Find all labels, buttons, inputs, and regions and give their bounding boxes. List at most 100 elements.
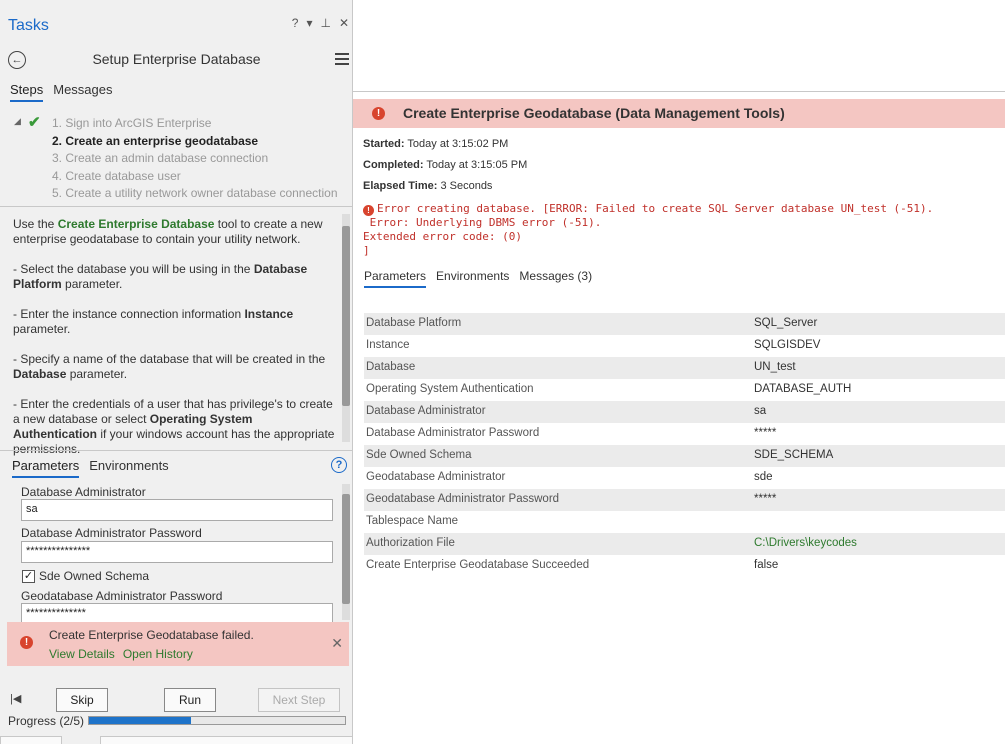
table-row[interactable]: Sde Owned Schema SDE_SCHEMA	[364, 445, 1005, 467]
param-name: Operating System Authentication	[366, 383, 534, 395]
open-history-link[interactable]: Open History	[123, 647, 193, 661]
param-tabs: Parameters Environments	[12, 458, 169, 478]
view-details-link[interactable]: View Details	[49, 647, 115, 661]
run-button[interactable]: Run	[164, 688, 216, 712]
sde-schema-checkbox[interactable]: ✓	[22, 570, 35, 583]
param-name: Database Platform	[366, 317, 462, 329]
task-nav: Setup Enterprise Database ←	[0, 44, 352, 74]
close-icon[interactable]: ✕	[331, 635, 343, 652]
description-scrollbar[interactable]	[342, 214, 350, 442]
error-icon: !	[372, 107, 385, 120]
step-label: 2. Create an enterprise geodatabase	[52, 133, 259, 148]
param-name: Tablespace Name	[366, 515, 459, 527]
description-paragraph: - Specify a name of the database that wi…	[13, 352, 326, 381]
error-icon: !	[363, 205, 374, 216]
param-value[interactable]: C:\Drivers\keycodes	[754, 537, 857, 549]
param-value: *****	[754, 427, 777, 439]
tasks-header: Tasks ? ▾ ⊥ ✕	[0, 10, 352, 40]
pin-icon[interactable]: ⊥	[320, 16, 330, 30]
description-paragraph: - Select the database you will be using …	[13, 262, 308, 291]
table-row[interactable]: Database Administrator sa	[364, 401, 1005, 423]
progress-bar	[88, 716, 346, 725]
table-row[interactable]: Database Platform SQL_Server	[364, 313, 1005, 335]
table-row[interactable]: Instance SQLGISDEV	[364, 335, 1005, 357]
chevron-down-icon[interactable]: ▾	[306, 16, 312, 30]
param-name: Database Administrator Password	[366, 427, 540, 439]
expand-caret-icon[interactable]: ◢	[14, 116, 21, 127]
step-item[interactable]: 4. Create database user	[14, 167, 349, 185]
help-icon[interactable]: ?	[292, 16, 299, 30]
param-name: Database Administrator	[366, 405, 486, 417]
tasks-pane: Tasks ? ▾ ⊥ ✕ Setup Enterprise Database …	[0, 0, 353, 744]
table-row[interactable]: Operating System Authentication DATABASE_…	[364, 379, 1005, 401]
pane-tab[interactable]	[0, 736, 62, 744]
scrollbar-thumb[interactable]	[342, 494, 350, 604]
step-label: 4. Create database user	[52, 168, 181, 183]
table-row[interactable]: Tablespace Name	[364, 511, 1005, 533]
table-row[interactable]: Database UN_test	[364, 357, 1005, 379]
back-arrow-icon[interactable]: ←	[8, 51, 26, 69]
checkmark-icon: ✔	[28, 114, 41, 131]
error-line: Error: Underlying DBMS error (-51).	[363, 216, 602, 229]
table-row[interactable]: Create Enterprise Geodatabase Succeeded f…	[364, 555, 1005, 577]
step-description: Use the Create Enterprise Database tool …	[13, 217, 338, 472]
step-item[interactable]: ◢ ✔ 1. Sign into ArcGIS Enterprise	[14, 114, 349, 132]
param-value: DATABASE_AUTH	[754, 383, 852, 395]
step-item[interactable]: 2. Create an enterprise geodatabase	[14, 132, 349, 150]
step-label: 3. Create an admin database connection	[52, 151, 269, 165]
table-row[interactable]: Database Administrator Password *****	[364, 423, 1005, 445]
step-item[interactable]: 3. Create an admin database connection	[14, 149, 349, 167]
help-icon[interactable]: ?	[331, 457, 347, 473]
params-scrollbar[interactable]	[342, 484, 350, 620]
tab-environments[interactable]: Environments	[89, 458, 168, 478]
sde-schema-label: Sde Owned Schema	[39, 569, 150, 583]
param-name: Database	[366, 361, 416, 373]
skip-button[interactable]: Skip	[56, 688, 108, 712]
param-name: Geodatabase Administrator Password	[366, 493, 560, 505]
tool-result-window: ! Create Enterprise Geodatabase (Data Ma…	[352, 91, 1005, 744]
menu-icon[interactable]	[335, 53, 349, 65]
tab-messages[interactable]: Messages (3)	[519, 269, 592, 288]
description-paragraph: - Enter the instance connection informat…	[13, 307, 294, 336]
result-tabs: Parameters Environments Messages (3)	[364, 269, 592, 288]
elapsed-label: Elapsed Time:	[363, 180, 438, 192]
parameters-table: Database Platform SQL_Server Instance SQLGI…	[364, 313, 1005, 577]
tab-messages[interactable]: Messages	[53, 82, 112, 102]
task-tabs: Steps Messages	[10, 82, 113, 102]
scrollbar-thumb[interactable]	[342, 226, 350, 406]
first-step-icon[interactable]: |◀	[10, 692, 21, 705]
next-step-button[interactable]: Next Step	[258, 688, 340, 712]
result-header: ! Create Enterprise Geodatabase (Data Ma…	[353, 99, 1005, 128]
db-admin-password-input[interactable]: ***************	[21, 541, 333, 563]
table-row[interactable]: Authorization File C:\Drivers\keycodes	[364, 533, 1005, 555]
error-line: Error creating database. [ERROR: Failed …	[377, 202, 934, 215]
param-name: Geodatabase Administrator	[366, 471, 506, 483]
step-item[interactable]: 5. Create a utility network owner databa…	[14, 184, 349, 202]
step-label: 5. Create a utility network owner databa…	[52, 186, 338, 200]
pane-tab[interactable]	[100, 736, 352, 744]
table-row[interactable]: Geodatabase Administrator Password *****	[364, 489, 1005, 511]
tab-parameters[interactable]: Parameters	[12, 458, 80, 478]
divider	[0, 206, 352, 207]
divider	[0, 450, 352, 451]
close-icon[interactable]: ✕	[339, 16, 349, 30]
param-value: SQL_Server	[754, 317, 818, 329]
task-footer: |◀ Skip Run Next Step	[0, 684, 352, 714]
db-admin-input[interactable]: sa	[21, 499, 333, 521]
error-line: Extended error code: (0)	[363, 230, 522, 243]
tab-parameters[interactable]: Parameters	[364, 269, 427, 288]
error-icon: !	[20, 636, 33, 649]
error-banner: ! Create Enterprise Geodatabase failed. …	[7, 622, 349, 666]
table-row[interactable]: Geodatabase Administrator sde	[364, 467, 1005, 489]
started-info: Started: Today at 3:15:02 PM	[363, 138, 508, 150]
db-admin-password-label: Database Administrator Password	[21, 526, 202, 540]
param-name: Sde Owned Schema	[366, 449, 472, 461]
tool-link[interactable]: Create Enterprise Database	[58, 217, 215, 231]
elapsed-info: Elapsed Time: 3 Seconds	[363, 180, 492, 192]
param-name: Create Enterprise Geodatabase Succeeded	[366, 559, 590, 571]
tab-environments[interactable]: Environments	[436, 269, 509, 288]
param-value: SDE_SCHEMA	[754, 449, 834, 461]
progress-label: Progress (2/5)	[8, 714, 85, 728]
started-label: Started:	[363, 138, 405, 150]
tab-steps[interactable]: Steps	[10, 82, 44, 102]
